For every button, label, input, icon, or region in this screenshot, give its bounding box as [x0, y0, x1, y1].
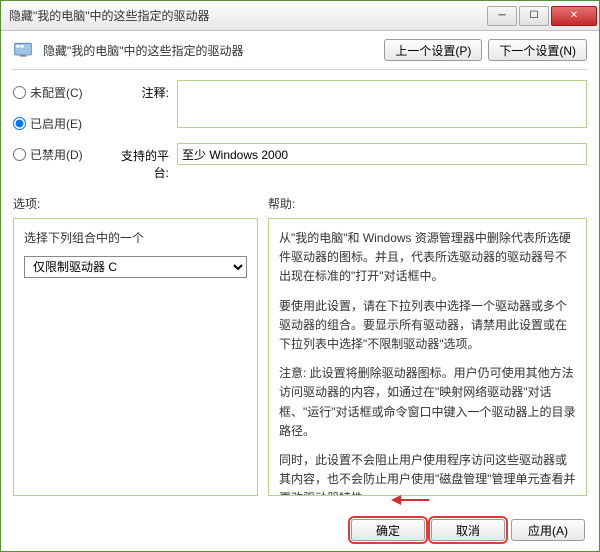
radio-unconfigured-input[interactable]	[13, 86, 26, 99]
help-p3: 注意: 此设置将删除驱动器图标。用户仍可使用其他方法访问驱动器的内容，如通过在"…	[279, 364, 576, 441]
help-p1: 从"我的电脑"和 Windows 资源管理器中删除代表所选硬件驱动器的图标。并且…	[279, 229, 576, 287]
ok-button[interactable]: 确定	[351, 519, 425, 541]
apply-button[interactable]: 应用(A)	[511, 519, 585, 541]
radio-disabled[interactable]: 已禁用(D)	[13, 146, 93, 163]
options-panel-label: 选择下列组合中的一个	[24, 229, 247, 246]
divider	[13, 69, 587, 70]
drive-combo[interactable]: 仅限制驱动器 C	[24, 256, 247, 278]
radio-enabled[interactable]: 已启用(E)	[13, 115, 93, 132]
client-area: 隐藏"我的电脑"中的这些指定的驱动器 上一个设置(P) 下一个设置(N) 未配置…	[1, 31, 599, 504]
titlebar: 隐藏"我的电脑"中的这些指定的驱动器 ─ ☐ ✕	[1, 1, 599, 31]
radio-unconfigured-label: 未配置(C)	[30, 84, 83, 101]
prev-setting-button[interactable]: 上一个设置(P)	[384, 39, 482, 61]
section-labels: 选项: 帮助:	[13, 195, 587, 212]
window-title: 隐藏"我的电脑"中的这些指定的驱动器	[9, 7, 487, 24]
comment-label: 注释:	[109, 80, 169, 101]
comment-input[interactable]	[177, 80, 587, 128]
window-controls: ─ ☐ ✕	[487, 6, 597, 26]
policy-icon	[13, 40, 33, 60]
page-title: 隐藏"我的电脑"中的这些指定的驱动器	[43, 42, 374, 59]
platform-label: 支持的平台:	[109, 143, 169, 181]
help-p2: 要使用此设置，请在下拉列表中选择一个驱动器或多个驱动器的组合。要显示所有驱动器，…	[279, 297, 576, 355]
main-split: 选择下列组合中的一个 仅限制驱动器 C 从"我的电脑"和 Windows 资源管…	[13, 218, 587, 496]
cancel-button[interactable]: 取消	[431, 519, 505, 541]
next-setting-button[interactable]: 下一个设置(N)	[488, 39, 587, 61]
options-label: 选项:	[13, 195, 268, 212]
radio-enabled-label: 已启用(E)	[30, 115, 82, 132]
minimize-button[interactable]: ─	[487, 6, 517, 26]
help-p4: 同时，此设置不会阻止用户使用程序访问这些驱动器或其内容，也不会防止用户使用"磁盘…	[279, 451, 576, 496]
help-panel[interactable]: 从"我的电脑"和 Windows 资源管理器中删除代表所选硬件驱动器的图标。并且…	[268, 218, 587, 496]
help-label: 帮助:	[268, 195, 295, 212]
fields-col: 注释: 支持的平台:	[109, 80, 587, 181]
nav-buttons: 上一个设置(P) 下一个设置(N)	[384, 39, 587, 61]
header-row: 隐藏"我的电脑"中的这些指定的驱动器 上一个设置(P) 下一个设置(N)	[13, 39, 587, 61]
platform-row: 支持的平台:	[109, 143, 587, 181]
radio-disabled-label: 已禁用(D)	[30, 146, 83, 163]
radio-unconfigured[interactable]: 未配置(C)	[13, 84, 93, 101]
options-panel: 选择下列组合中的一个 仅限制驱动器 C	[13, 218, 258, 496]
radio-enabled-input[interactable]	[13, 117, 26, 130]
footer-buttons: 确定 取消 应用(A)	[351, 519, 585, 541]
radio-disabled-input[interactable]	[13, 148, 26, 161]
comment-row: 注释:	[109, 80, 587, 131]
maximize-button[interactable]: ☐	[519, 6, 549, 26]
close-button[interactable]: ✕	[551, 6, 597, 26]
platform-value	[177, 143, 587, 165]
config-row: 未配置(C) 已启用(E) 已禁用(D) 注释: 支持的平台:	[13, 80, 587, 181]
radio-group: 未配置(C) 已启用(E) 已禁用(D)	[13, 80, 93, 181]
